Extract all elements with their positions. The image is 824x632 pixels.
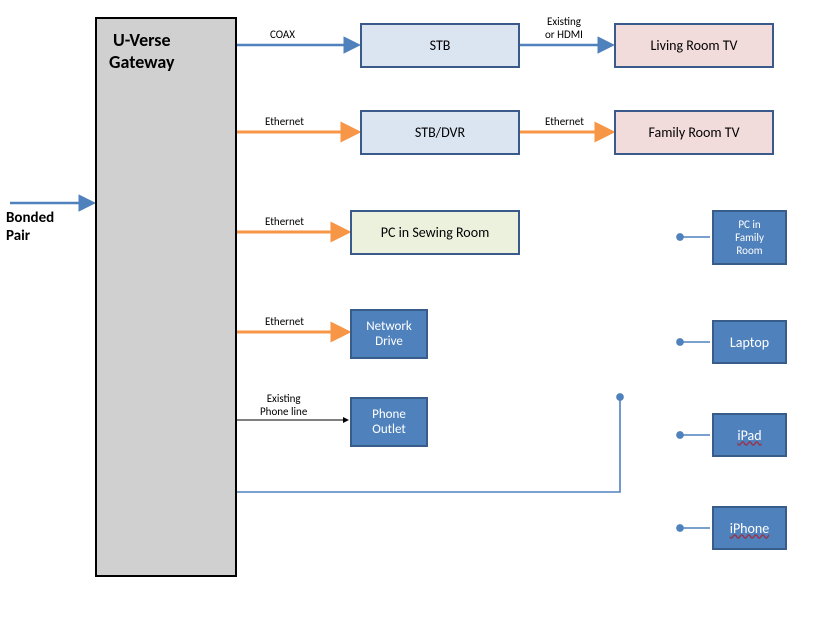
phone-outlet: Phone Outlet bbox=[350, 397, 428, 447]
stb-box: STB bbox=[360, 23, 520, 68]
family-room-tv-label: Family Room TV bbox=[648, 124, 739, 141]
iphone: iPhone bbox=[712, 506, 787, 550]
ipad: iPad bbox=[712, 413, 787, 457]
uverse-gateway: U-Verse Gateway bbox=[95, 17, 237, 577]
phone-outlet-label: Phone Outlet bbox=[372, 407, 406, 437]
stb-dvr-label: STB/DVR bbox=[415, 124, 465, 141]
network-drive: Network Drive bbox=[350, 309, 428, 359]
stb-label: STB bbox=[430, 37, 451, 54]
laptop: Laptop bbox=[712, 320, 787, 364]
living-room-tv-label: Living Room TV bbox=[651, 37, 738, 54]
phoneline-label: Existing Phone line bbox=[260, 392, 307, 418]
pc-sewing-room: PC in Sewing Room bbox=[350, 210, 520, 255]
pc-family-room-label: PC in Family Room bbox=[735, 218, 764, 257]
eth-stbdvr-label: Ethernet bbox=[265, 115, 304, 128]
gateway-label: U-Verse Gateway bbox=[109, 29, 175, 73]
hdmi-label: Existing or HDMI bbox=[545, 15, 583, 41]
living-room-tv: Living Room TV bbox=[614, 23, 774, 68]
network-drive-label: Network Drive bbox=[366, 319, 412, 349]
bonded-pair-label: Bonded Pair bbox=[6, 209, 86, 245]
ipad-label: iPad bbox=[737, 427, 761, 444]
eth-netdrive-label: Ethernet bbox=[265, 315, 304, 328]
pc-sewing-room-label: PC in Sewing Room bbox=[381, 224, 490, 241]
iphone-label: iPhone bbox=[730, 520, 770, 537]
pc-family-room: PC in Family Room bbox=[712, 210, 787, 265]
coax-label: COAX bbox=[270, 28, 295, 41]
family-room-tv: Family Room TV bbox=[614, 110, 774, 155]
eth-familytv-label: Ethernet bbox=[545, 115, 584, 128]
stb-dvr-box: STB/DVR bbox=[360, 110, 520, 155]
eth-sewing-label: Ethernet bbox=[265, 215, 304, 228]
laptop-label: Laptop bbox=[730, 334, 769, 351]
